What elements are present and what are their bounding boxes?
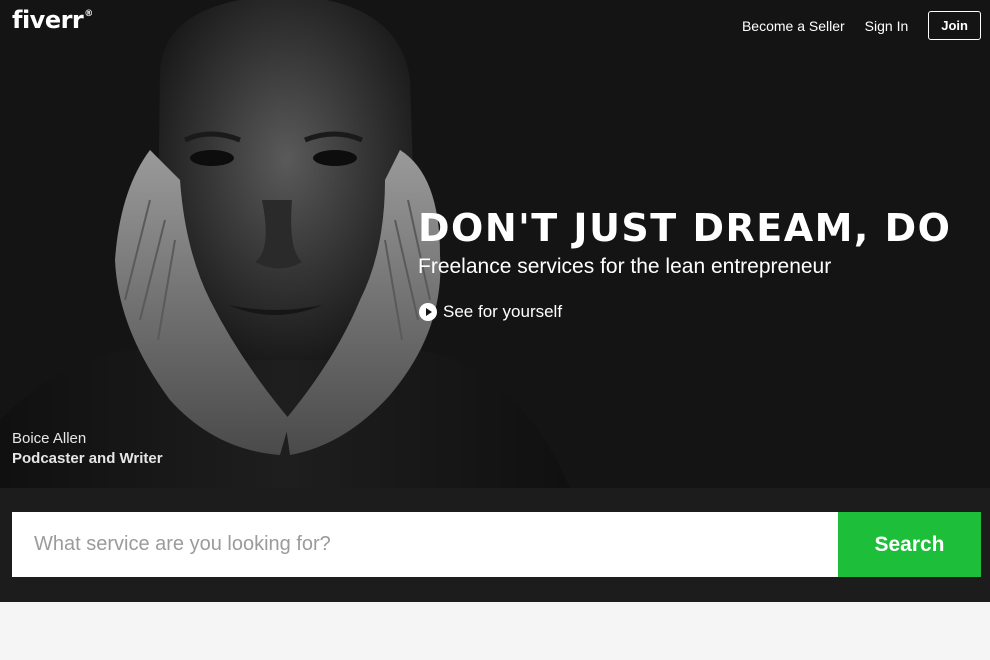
sign-in-link[interactable]: Sign In — [865, 18, 909, 34]
see-for-yourself-link[interactable]: See for yourself — [419, 302, 562, 322]
search-button[interactable]: Search — [838, 512, 981, 577]
header-nav: Become a Seller Sign In Join — [742, 11, 981, 40]
hero-subheadline: Freelance services for the lean entrepre… — [418, 255, 832, 278]
hero-headline: DON'T JUST DREAM, DO — [418, 206, 952, 250]
featured-seller-role: Podcaster and Writer — [12, 450, 163, 467]
play-circle-icon — [419, 303, 437, 321]
hero-section: fiverr® Become a Seller Sign In Join DON… — [0, 0, 990, 488]
featured-seller-name: Boice Allen — [12, 430, 87, 447]
registered-mark: ® — [84, 9, 93, 19]
become-seller-link[interactable]: Become a Seller — [742, 18, 845, 34]
service-search-input[interactable] — [12, 512, 838, 577]
fiverr-logo[interactable]: fiverr® — [12, 6, 93, 34]
search-bar-section: Search — [0, 488, 990, 602]
join-button[interactable]: Join — [928, 11, 981, 40]
top-navigation-bar: fiverr® Become a Seller Sign In Join — [0, 0, 990, 50]
see-for-yourself-label: See for yourself — [443, 302, 563, 321]
logo-text: fiverr — [12, 6, 84, 34]
